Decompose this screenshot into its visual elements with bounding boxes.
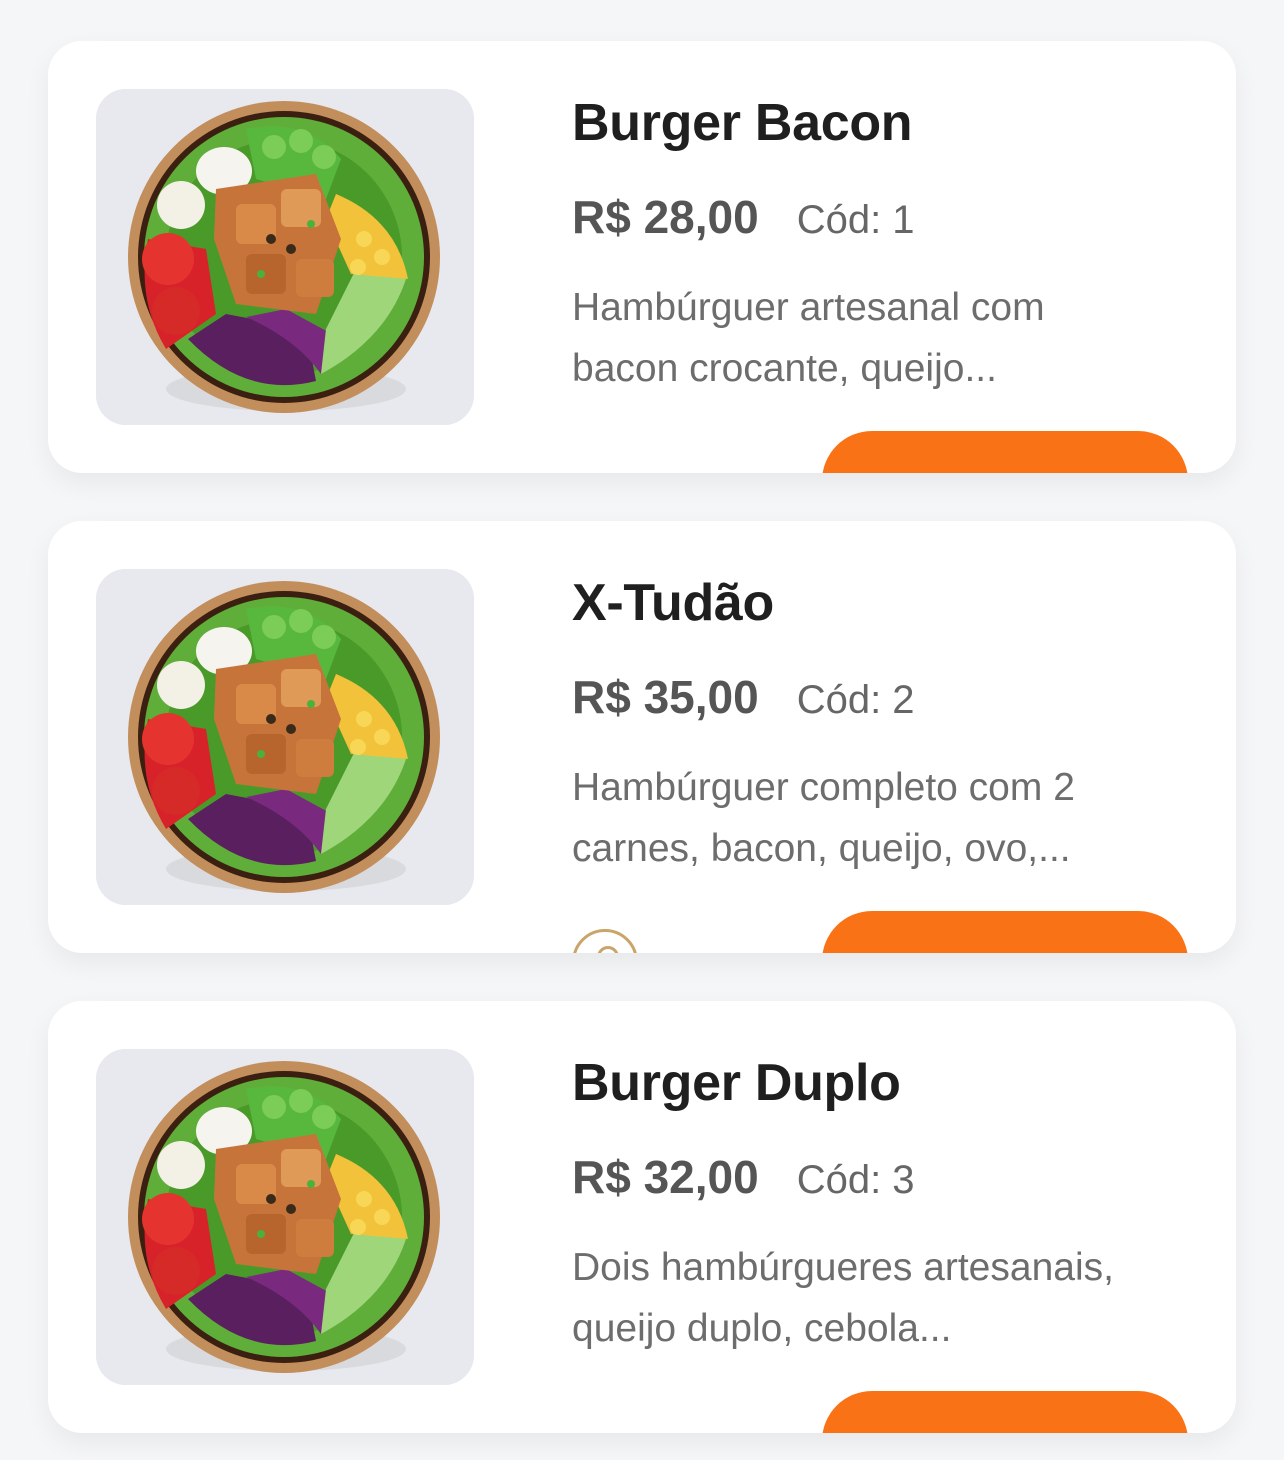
product-code: Cód: 3 — [796, 1158, 915, 1202]
description-line: Hambúrguer completo com 2 — [572, 766, 1075, 809]
add-to-cart-button[interactable]: + Adicionar — [822, 431, 1188, 473]
add-to-cart-button[interactable]: + Adicionar — [822, 1391, 1188, 1433]
product-image[interactable] — [96, 89, 474, 425]
description-line: Dois hambúrgueres artesanais, — [572, 1246, 1114, 1289]
salad-bowl-photo — [96, 1049, 474, 1385]
product-code: Cód: 2 — [796, 678, 915, 722]
product-price: R$ 28,00 — [572, 191, 759, 243]
tag-icon-hole — [597, 946, 619, 953]
product-image[interactable] — [96, 1049, 474, 1385]
product-price: R$ 32,00 — [572, 1151, 759, 1203]
product-price: R$ 35,00 — [572, 671, 759, 723]
product-description: Dois hambúrgueres artesanais, queijo dup… — [572, 1237, 1196, 1359]
description-line: bacon crocante, queijo... — [572, 347, 997, 390]
tag-icon[interactable] — [572, 929, 638, 953]
product-list: Burger Bacon R$ 28,00 Cód: 1 Hambúrguer … — [0, 0, 1284, 1460]
product-name: Burger Bacon — [572, 94, 913, 152]
product-image[interactable] — [96, 569, 474, 905]
product-code: Cód: 1 — [796, 198, 915, 242]
price-row: R$ 35,00 Cód: 2 — [572, 669, 915, 725]
product-description: Hambúrguer artesanal com bacon crocante,… — [572, 277, 1196, 399]
description-line: Hambúrguer artesanal com — [572, 286, 1045, 329]
salad-bowl-photo — [96, 569, 474, 905]
description-line: queijo duplo, cebola... — [572, 1307, 952, 1350]
price-row: R$ 32,00 Cód: 3 — [572, 1149, 915, 1205]
product-card[interactable]: X-Tudão R$ 35,00 Cód: 2 Hambúrguer compl… — [48, 521, 1236, 953]
salad-bowl-photo — [96, 89, 474, 425]
product-card[interactable]: Burger Duplo R$ 32,00 Cód: 3 Dois hambúr… — [48, 1001, 1236, 1433]
product-name: Burger Duplo — [572, 1054, 901, 1112]
add-to-cart-button[interactable]: + Adicionar — [822, 911, 1188, 953]
product-name: X-Tudão — [572, 574, 775, 632]
product-card[interactable]: Burger Bacon R$ 28,00 Cód: 1 Hambúrguer … — [48, 41, 1236, 473]
product-description: Hambúrguer completo com 2 carnes, bacon,… — [572, 757, 1196, 879]
price-row: R$ 28,00 Cód: 1 — [572, 189, 915, 245]
description-line: carnes, bacon, queijo, ovo,... — [572, 827, 1071, 870]
